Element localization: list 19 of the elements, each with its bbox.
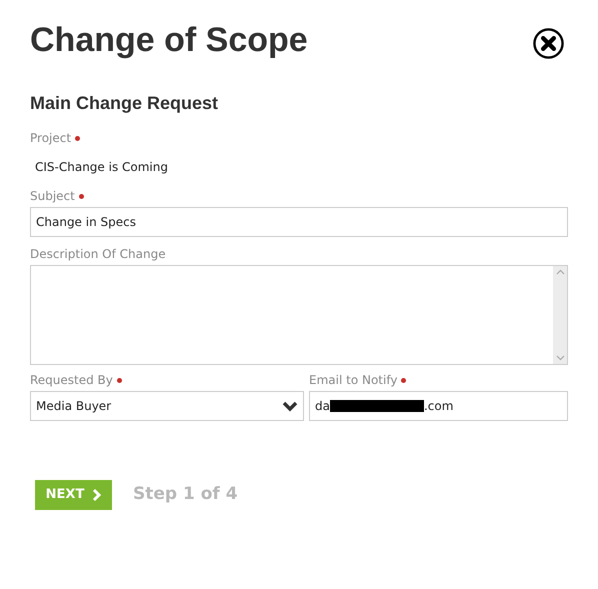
field-label: Requested By bbox=[30, 372, 113, 389]
close-icon[interactable] bbox=[533, 28, 564, 59]
dialog-title: Change of Scope bbox=[30, 20, 308, 60]
scrollbar[interactable] bbox=[553, 266, 567, 364]
subject-field[interactable]: Change in Specs bbox=[30, 207, 568, 237]
requested-by-dropdown[interactable]: Media Buyer bbox=[30, 391, 304, 421]
field-label: Project bbox=[30, 130, 72, 147]
scroll-down-icon[interactable] bbox=[556, 355, 564, 361]
chevron-right-icon bbox=[92, 488, 102, 502]
chevron-down-icon bbox=[282, 400, 298, 412]
email-field[interactable]: da .com bbox=[309, 391, 568, 421]
field-label: Description Of Change bbox=[30, 246, 166, 263]
step-indicator: Step 1 of 4 bbox=[133, 483, 238, 506]
description-field[interactable] bbox=[30, 265, 568, 365]
scroll-up-icon[interactable] bbox=[556, 269, 564, 275]
section-title: Main Change Request bbox=[30, 92, 220, 115]
field-label: Email to Notify bbox=[309, 372, 398, 389]
project-value: CIS-Change is Coming bbox=[34, 159, 168, 176]
field-label: Subject bbox=[30, 188, 75, 205]
